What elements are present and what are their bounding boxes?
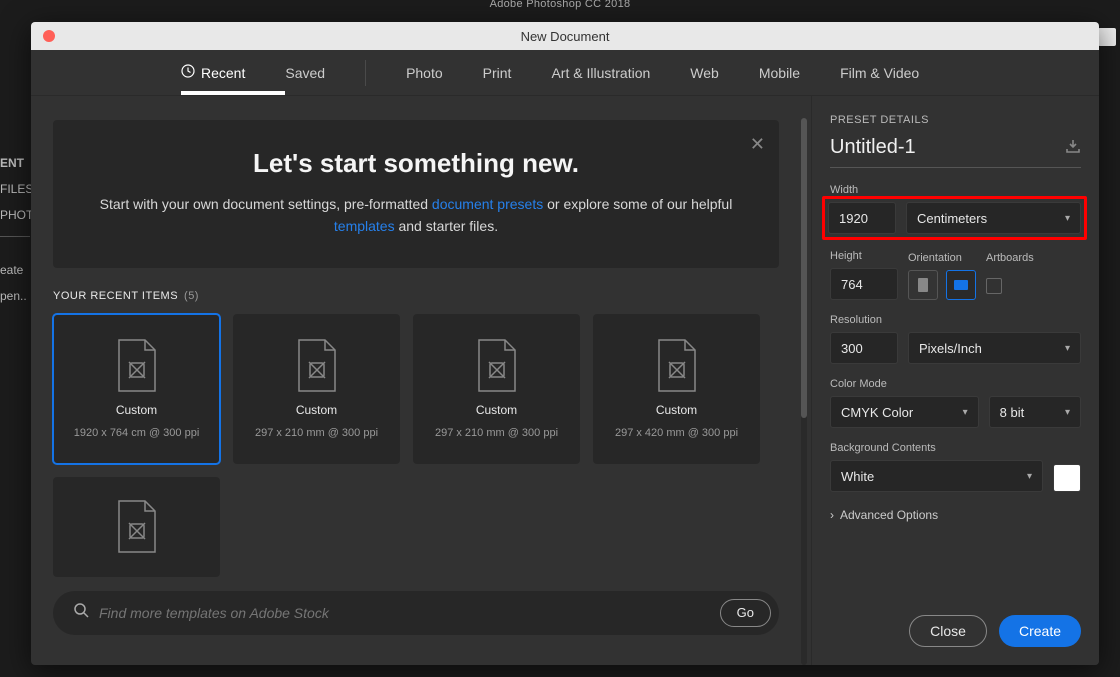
recent-items-label: YOUR RECENT ITEMS (5) — [53, 290, 779, 302]
orientation-label: Orientation — [908, 252, 976, 264]
chevron-down-icon: ▾ — [963, 407, 968, 418]
close-button[interactable]: Close — [909, 615, 987, 647]
scrollbar[interactable] — [801, 118, 807, 665]
tab-art[interactable]: Art & Illustration — [551, 65, 650, 81]
document-presets-link[interactable]: document presets — [432, 196, 543, 212]
document-icon — [655, 338, 699, 393]
chevron-down-icon: ▾ — [1027, 471, 1032, 482]
card-title: Custom — [476, 403, 517, 417]
document-icon — [115, 499, 159, 554]
portrait-icon — [918, 278, 928, 292]
card-title: Custom — [656, 403, 697, 417]
artboards-checkbox[interactable] — [986, 278, 1002, 294]
hero-heading: Let's start something new. — [93, 148, 739, 179]
category-tabs: Recent Saved Photo Print Art & Illustrat… — [31, 50, 1099, 96]
background-select[interactable]: White▾ — [830, 460, 1043, 492]
document-name[interactable]: Untitled-1 — [830, 136, 916, 159]
clock-icon — [181, 64, 195, 81]
preset-card[interactable]: Custom 297 x 210 mm @ 300 ppi — [413, 314, 580, 464]
document-icon — [115, 338, 159, 393]
width-label: Width — [830, 184, 1081, 196]
search-bar: Go — [53, 591, 779, 635]
new-document-dialog: New Document Recent Saved Photo Print Ar… — [31, 22, 1099, 665]
go-button[interactable]: Go — [720, 599, 771, 627]
search-input[interactable] — [99, 605, 710, 621]
portrait-button[interactable] — [908, 270, 938, 300]
card-subtitle: 297 x 210 mm @ 300 ppi — [435, 427, 558, 439]
tab-web[interactable]: Web — [690, 65, 719, 81]
tab-print[interactable]: Print — [483, 65, 512, 81]
app-title: Adobe Photoshop CC 2018 — [0, 0, 1120, 20]
background-color-swatch[interactable] — [1053, 464, 1081, 492]
avatar[interactable] — [1098, 28, 1116, 46]
colormode-label: Color Mode — [830, 378, 1081, 390]
download-preset-icon[interactable] — [1065, 139, 1081, 156]
colormode-select[interactable]: CMYK Color▾ — [830, 396, 979, 428]
search-icon — [73, 602, 89, 623]
bg-item: ENT — [0, 150, 32, 176]
tab-recent[interactable]: Recent — [181, 64, 245, 81]
hero-banner: ✕ Let's start something new. Start with … — [53, 120, 779, 268]
landscape-icon — [954, 280, 968, 290]
tab-mobile[interactable]: Mobile — [759, 65, 800, 81]
resolution-units-select[interactable]: Pixels/Inch▾ — [908, 332, 1081, 364]
preset-card[interactable]: Custom 297 x 210 mm @ 300 ppi — [233, 314, 400, 464]
bitdepth-select[interactable]: 8 bit▾ — [989, 396, 1081, 428]
card-subtitle: 1920 x 764 cm @ 300 ppi — [74, 427, 200, 439]
width-input[interactable] — [828, 202, 896, 234]
card-title: Custom — [116, 403, 157, 417]
document-icon — [475, 338, 519, 393]
bg-item: FILES — [0, 176, 32, 202]
templates-link[interactable]: templates — [334, 218, 395, 234]
card-title: Custom — [296, 403, 337, 417]
advanced-options-toggle[interactable]: › Advanced Options — [830, 508, 1081, 522]
preset-details-panel: PRESET DETAILS Untitled-1 Width Centimet… — [811, 96, 1099, 665]
height-input[interactable] — [830, 268, 898, 300]
artboards-label: Artboards — [986, 252, 1034, 264]
resolution-label: Resolution — [830, 314, 1081, 326]
highlight-annotation: Centimeters▾ — [822, 196, 1087, 240]
preset-grid: Custom 1920 x 764 cm @ 300 ppi Custom 29… — [53, 314, 779, 577]
tab-label: Recent — [201, 65, 245, 81]
tab-saved[interactable]: Saved — [285, 65, 325, 81]
chevron-down-icon: ▾ — [1065, 407, 1070, 418]
create-button[interactable]: Create — [999, 615, 1081, 647]
chevron-down-icon: ▾ — [1065, 213, 1070, 224]
tab-photo[interactable]: Photo — [406, 65, 443, 81]
landscape-button[interactable] — [946, 270, 976, 300]
dialog-title: New Document — [31, 29, 1099, 44]
bg-item: PHOT — [0, 202, 32, 228]
close-icon[interactable]: ✕ — [750, 134, 765, 155]
background-sidebar: ENT FILES PHOT eate pen.. — [0, 150, 32, 309]
document-icon — [295, 338, 339, 393]
bg-item: pen.. — [0, 283, 32, 309]
chevron-down-icon: ▾ — [1065, 343, 1070, 354]
preset-card[interactable] — [53, 477, 220, 577]
tab-film[interactable]: Film & Video — [840, 65, 919, 81]
bg-item: eate — [0, 257, 32, 283]
resolution-input[interactable] — [830, 332, 898, 364]
units-select[interactable]: Centimeters▾ — [906, 202, 1081, 234]
hero-text: Start with your own document settings, p… — [93, 193, 739, 238]
preset-card[interactable]: Custom 1920 x 764 cm @ 300 ppi — [53, 314, 220, 464]
card-subtitle: 297 x 210 mm @ 300 ppi — [255, 427, 378, 439]
background-label: Background Contents — [830, 442, 1081, 454]
panel-heading: PRESET DETAILS — [830, 114, 1081, 126]
card-subtitle: 297 x 420 mm @ 300 ppi — [615, 427, 738, 439]
height-label: Height — [830, 250, 898, 262]
preset-card[interactable]: Custom 297 x 420 mm @ 300 ppi — [593, 314, 760, 464]
chevron-right-icon: › — [830, 508, 834, 522]
titlebar: New Document — [31, 22, 1099, 50]
